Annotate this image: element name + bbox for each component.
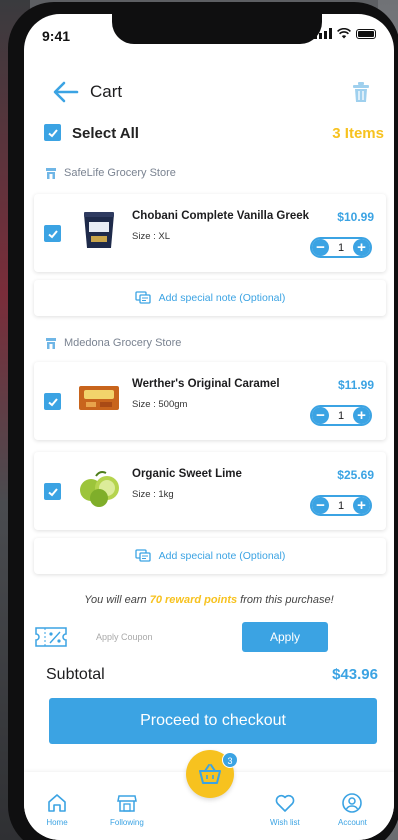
- decrement-button[interactable]: −: [312, 239, 329, 256]
- select-all-checkbox[interactable]: [44, 124, 61, 141]
- tab-account[interactable]: Account: [338, 792, 367, 827]
- special-note-button[interactable]: Add special note (Optional): [34, 280, 386, 316]
- item-checkbox[interactable]: [44, 393, 61, 410]
- product-size: Size : 1kg: [132, 489, 174, 500]
- app-screen: 9:41 Cart Select All 3 Items SafeLife Gr…: [24, 14, 394, 840]
- trash-icon[interactable]: [350, 80, 372, 104]
- product-size: Size : 500gm: [132, 399, 188, 410]
- cart-count-badge: 3: [222, 752, 238, 768]
- reward-points: 70 reward points: [149, 594, 238, 606]
- product-image-caramel: [76, 374, 122, 420]
- subtotal-value: $43.96: [332, 666, 378, 683]
- cart-item: Werther's Original Caramel Size : 500gm …: [34, 362, 386, 440]
- quantity-value: 1: [337, 241, 345, 254]
- coupon-row: Apply: [32, 622, 386, 652]
- account-icon: [342, 793, 363, 813]
- product-image-sweet-lime: [76, 464, 122, 510]
- special-note-button[interactable]: Add special note (Optional): [34, 538, 386, 574]
- item-checkbox[interactable]: [44, 483, 61, 500]
- product-name: Werther's Original Caramel: [132, 378, 280, 390]
- coupon-icon: [35, 627, 67, 647]
- item-checkbox[interactable]: [44, 225, 61, 242]
- note-icon: [135, 549, 151, 562]
- select-all-row: Select All 3 Items: [44, 120, 384, 146]
- decrement-button[interactable]: −: [312, 497, 329, 514]
- reward-prefix: You will earn: [84, 594, 150, 606]
- product-price: $10.99: [337, 210, 374, 224]
- increment-button[interactable]: +: [353, 239, 370, 256]
- phone-notch: [112, 14, 322, 44]
- quantity-stepper: − 1 +: [310, 237, 372, 258]
- app-header: Cart: [24, 72, 394, 112]
- tab-label: Home: [46, 818, 68, 827]
- special-note-label: Add special note (Optional): [158, 292, 286, 304]
- increment-button[interactable]: +: [353, 497, 370, 514]
- tab-home[interactable]: Home: [46, 792, 68, 827]
- page-title: Cart: [90, 82, 123, 101]
- quantity-value: 1: [337, 409, 345, 422]
- cart-item: Organic Sweet Lime Size : 1kg $25.69 − 1…: [34, 452, 386, 530]
- store-icon: [46, 167, 56, 179]
- battery-icon: [356, 28, 376, 39]
- back-arrow-icon[interactable]: [52, 80, 80, 104]
- status-icons: [314, 28, 376, 39]
- store-header: SafeLife Grocery Store: [46, 164, 176, 182]
- store-name: Mdedona Grocery Store: [64, 337, 182, 349]
- tab-label: Wish list: [270, 818, 300, 827]
- reward-suffix: from this purchase!: [237, 594, 334, 606]
- product-image-yogurt: [76, 206, 122, 252]
- store-header: Mdedona Grocery Store: [46, 334, 181, 352]
- tab-wishlist[interactable]: Wish list: [270, 792, 300, 827]
- home-icon: [48, 794, 66, 812]
- tab-label: Account: [338, 818, 367, 827]
- product-name: Organic Sweet Lime: [132, 468, 242, 480]
- status-time: 9:41: [42, 28, 71, 44]
- wifi-icon: [337, 28, 351, 39]
- product-size: Size : XL: [132, 231, 171, 242]
- proceed-to-checkout-button[interactable]: Proceed to checkout: [49, 698, 377, 744]
- quantity-stepper: − 1 +: [310, 495, 372, 516]
- subtotal-label: Subtotal: [46, 666, 105, 683]
- apply-coupon-button[interactable]: Apply: [242, 622, 328, 652]
- store-name: SafeLife Grocery Store: [64, 167, 176, 179]
- item-count: 3 Items: [332, 125, 384, 142]
- quantity-stepper: − 1 +: [310, 405, 372, 426]
- cart-item: Chobani Complete Vanilla Greek Size : XL…: [34, 194, 386, 272]
- note-icon: [135, 291, 151, 304]
- product-price: $11.99: [337, 378, 374, 392]
- basket-icon: [199, 764, 221, 784]
- coupon-input[interactable]: [80, 624, 230, 650]
- increment-button[interactable]: +: [353, 407, 370, 424]
- special-note-label: Add special note (Optional): [158, 550, 286, 562]
- reward-message: You will earn 70 reward points from this…: [24, 594, 394, 606]
- store-icon: [116, 795, 137, 812]
- product-name: Chobani Complete Vanilla Greek: [132, 210, 310, 222]
- store-icon: [46, 337, 56, 349]
- product-price: $25.69: [337, 468, 374, 482]
- signal-icon: [314, 28, 332, 39]
- heart-icon: [275, 794, 295, 812]
- decrement-button[interactable]: −: [312, 407, 329, 424]
- tab-following[interactable]: Following: [110, 792, 144, 827]
- phone-frame: 9:41 Cart Select All 3 Items SafeLife Gr…: [8, 2, 398, 840]
- quantity-value: 1: [337, 499, 345, 512]
- select-all-label: Select All: [72, 125, 139, 142]
- tab-label: Following: [110, 818, 144, 827]
